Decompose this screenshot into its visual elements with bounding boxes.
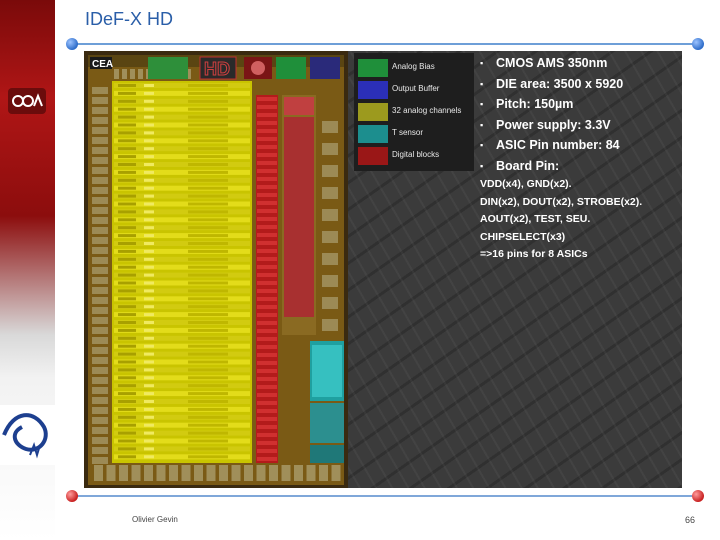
legend-label: Analog Bias: [392, 62, 435, 71]
spec-bullet: ▪ ASIC Pin number: 84: [480, 138, 620, 152]
spec-bullet: ▪ Power supply: 3.3V: [480, 117, 611, 132]
legend-swatch: [358, 59, 388, 77]
detail-line: CHIPSELECT(x3): [480, 230, 566, 243]
spec-bullet: ▪ DIE area: 3500 x 5920: [480, 76, 624, 91]
legend: Analog Bias Output Buffer 32 analog chan…: [354, 53, 474, 171]
page-number: 66: [685, 515, 696, 525]
top-left-dot: [66, 38, 78, 50]
chip-hd-badge: HD: [204, 59, 230, 79]
legend-item-analog-channels: 32 analog channels: [356, 103, 472, 121]
legend-item-output-buffer: Output Buffer: [356, 81, 472, 99]
chip-logo-text: CEA: [92, 59, 113, 70]
legend-swatch: [358, 125, 388, 143]
legend-label: 32 analog channels: [392, 106, 462, 115]
spec-bullet-text: DIE area: 3500 x 5920: [496, 76, 624, 91]
irfu-logo: [0, 405, 55, 465]
spec-bullet: ▪ Board Pin:: [480, 158, 560, 173]
legend-label: T sensor: [392, 128, 423, 137]
top-right-dot: [692, 38, 704, 50]
legend-item-analog-bias: Analog Bias: [356, 59, 472, 77]
detail-line: VDD(x4), GND(x2).: [480, 178, 572, 190]
spec-bullet-text: Pitch: 150µm: [496, 97, 574, 111]
spec-bullet: ▪ Pitch: 150µm: [480, 97, 574, 111]
spec-bullet-text: ASIC Pin number: 84: [496, 138, 620, 152]
board-pin-details: VDD(x4), GND(x2). DIN(x2), DOUT(x2), STR…: [480, 178, 680, 266]
slide-title: IDeF-X HD: [85, 9, 174, 29]
legend-item-digital-blocks: Digital blocks: [356, 147, 472, 165]
brand-strip: [0, 0, 55, 540]
spec-bullet-text: Board Pin:: [496, 158, 560, 173]
legend-swatch: [358, 147, 388, 165]
bottom-rule: [72, 495, 700, 497]
legend-label: Output Buffer: [392, 84, 440, 93]
bottom-right-dot: [692, 490, 704, 502]
spec-bullet-text: CMOS AMS 350nm: [496, 56, 608, 70]
legend-item-t-sensor: T sensor: [356, 125, 472, 143]
spec-bullet-text: Power supply: 3.3V: [496, 117, 611, 132]
footer-author: Olivier Gevin: [132, 515, 178, 524]
chip-layout-image: CEA HD: [84, 51, 348, 488]
detail-line: =>16 pins for 8 ASICs: [480, 248, 588, 260]
cea-logo: [8, 88, 46, 114]
legend-swatch: [358, 81, 388, 99]
detail-line: AOUT(x2), TEST, SEU.: [480, 213, 591, 225]
bottom-left-dot: [66, 490, 78, 502]
content-panel: CEA HD Analog Bias Output Buffer 32 anal…: [84, 51, 682, 488]
legend-label: Digital blocks: [392, 150, 440, 159]
top-rule: [72, 43, 700, 45]
spec-bullet-list: ▪ CMOS AMS 350nm ▪ DIE area: 3500 x 5920 ▪…: [480, 56, 680, 179]
detail-line: DIN(x2), DOUT(x2), STROBE(x2).: [480, 195, 643, 208]
spec-bullet: ▪ CMOS AMS 350nm: [480, 56, 608, 70]
legend-swatch: [358, 103, 388, 121]
